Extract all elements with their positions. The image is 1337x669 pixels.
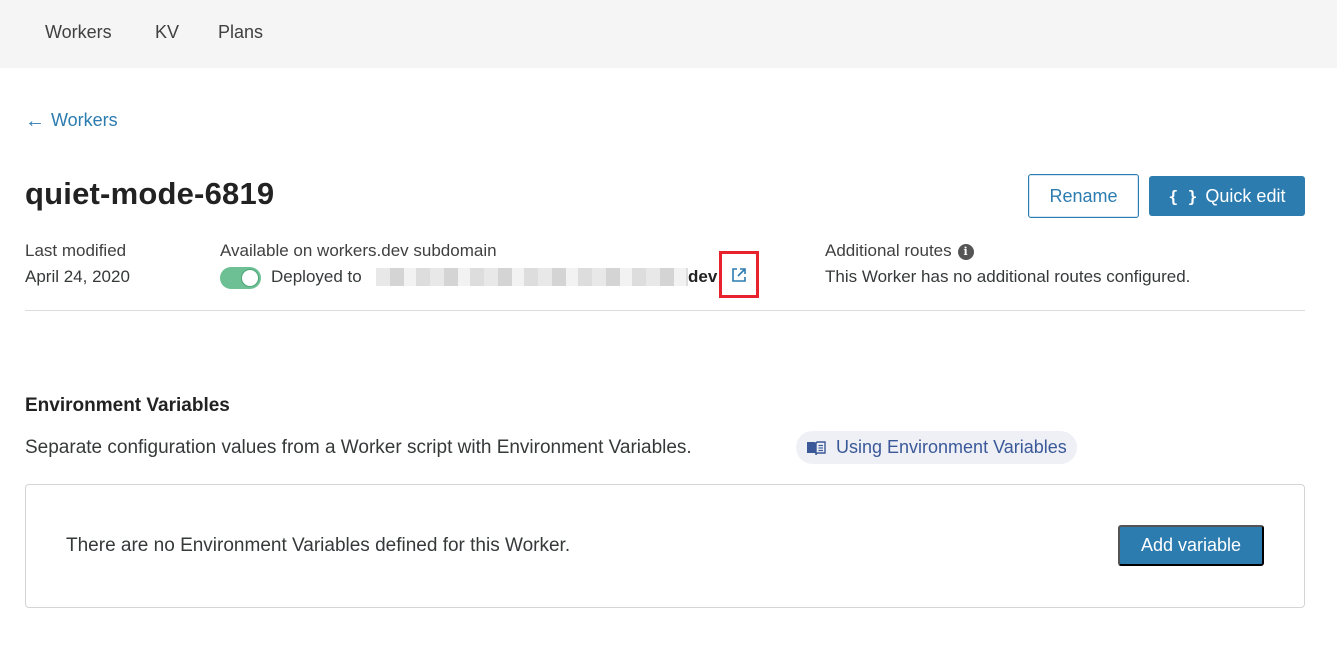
nav-item-plans[interactable]: Plans bbox=[218, 22, 263, 43]
redacted-subdomain bbox=[376, 268, 688, 286]
last-modified-value: April 24, 2020 bbox=[25, 267, 130, 286]
open-worker-link[interactable] bbox=[719, 251, 759, 298]
env-variables-card: There are no Environment Variables defin… bbox=[25, 484, 1305, 608]
back-to-workers-link[interactable]: ← Workers bbox=[25, 110, 118, 131]
subdomain-toggle[interactable] bbox=[220, 267, 261, 289]
nav-item-kv[interactable]: KV bbox=[155, 22, 179, 43]
domain-suffix: dev bbox=[688, 267, 718, 286]
add-variable-button[interactable]: Add variable bbox=[1118, 525, 1264, 566]
quick-edit-button[interactable]: { } Quick edit bbox=[1149, 176, 1305, 216]
env-section-description: Separate configuration values from a Wor… bbox=[25, 437, 692, 458]
top-navigation: Workers KV Plans bbox=[0, 0, 1337, 68]
divider bbox=[25, 310, 1305, 311]
additional-routes-heading: Additional routes i bbox=[825, 241, 974, 261]
info-icon[interactable]: i bbox=[957, 244, 974, 260]
additional-routes-value: This Worker has no additional routes con… bbox=[825, 267, 1191, 286]
external-link-icon bbox=[732, 267, 746, 282]
subdomain-label: Available on workers.dev subdomain bbox=[220, 241, 497, 260]
env-docs-link[interactable]: Using Environment Variables bbox=[796, 431, 1077, 464]
arrow-left-icon: ← bbox=[25, 109, 45, 132]
rename-button[interactable]: Rename bbox=[1028, 174, 1139, 218]
back-link-label: Workers bbox=[51, 110, 118, 130]
nav-item-workers[interactable]: Workers bbox=[45, 22, 112, 43]
page-title: quiet-mode-6819 bbox=[25, 176, 275, 211]
env-docs-link-label: Using Environment Variables bbox=[836, 437, 1067, 457]
code-braces-icon: { } bbox=[1168, 186, 1198, 206]
additional-routes-label: Additional routes bbox=[825, 241, 952, 260]
env-section-title: Environment Variables bbox=[25, 395, 230, 416]
deployed-to-label: Deployed to bbox=[271, 267, 362, 286]
quick-edit-label: Quick edit bbox=[1205, 185, 1286, 206]
toggle-knob bbox=[241, 269, 259, 287]
book-icon bbox=[807, 440, 826, 455]
env-empty-state: There are no Environment Variables defin… bbox=[66, 535, 571, 556]
last-modified-label: Last modified bbox=[25, 241, 127, 260]
